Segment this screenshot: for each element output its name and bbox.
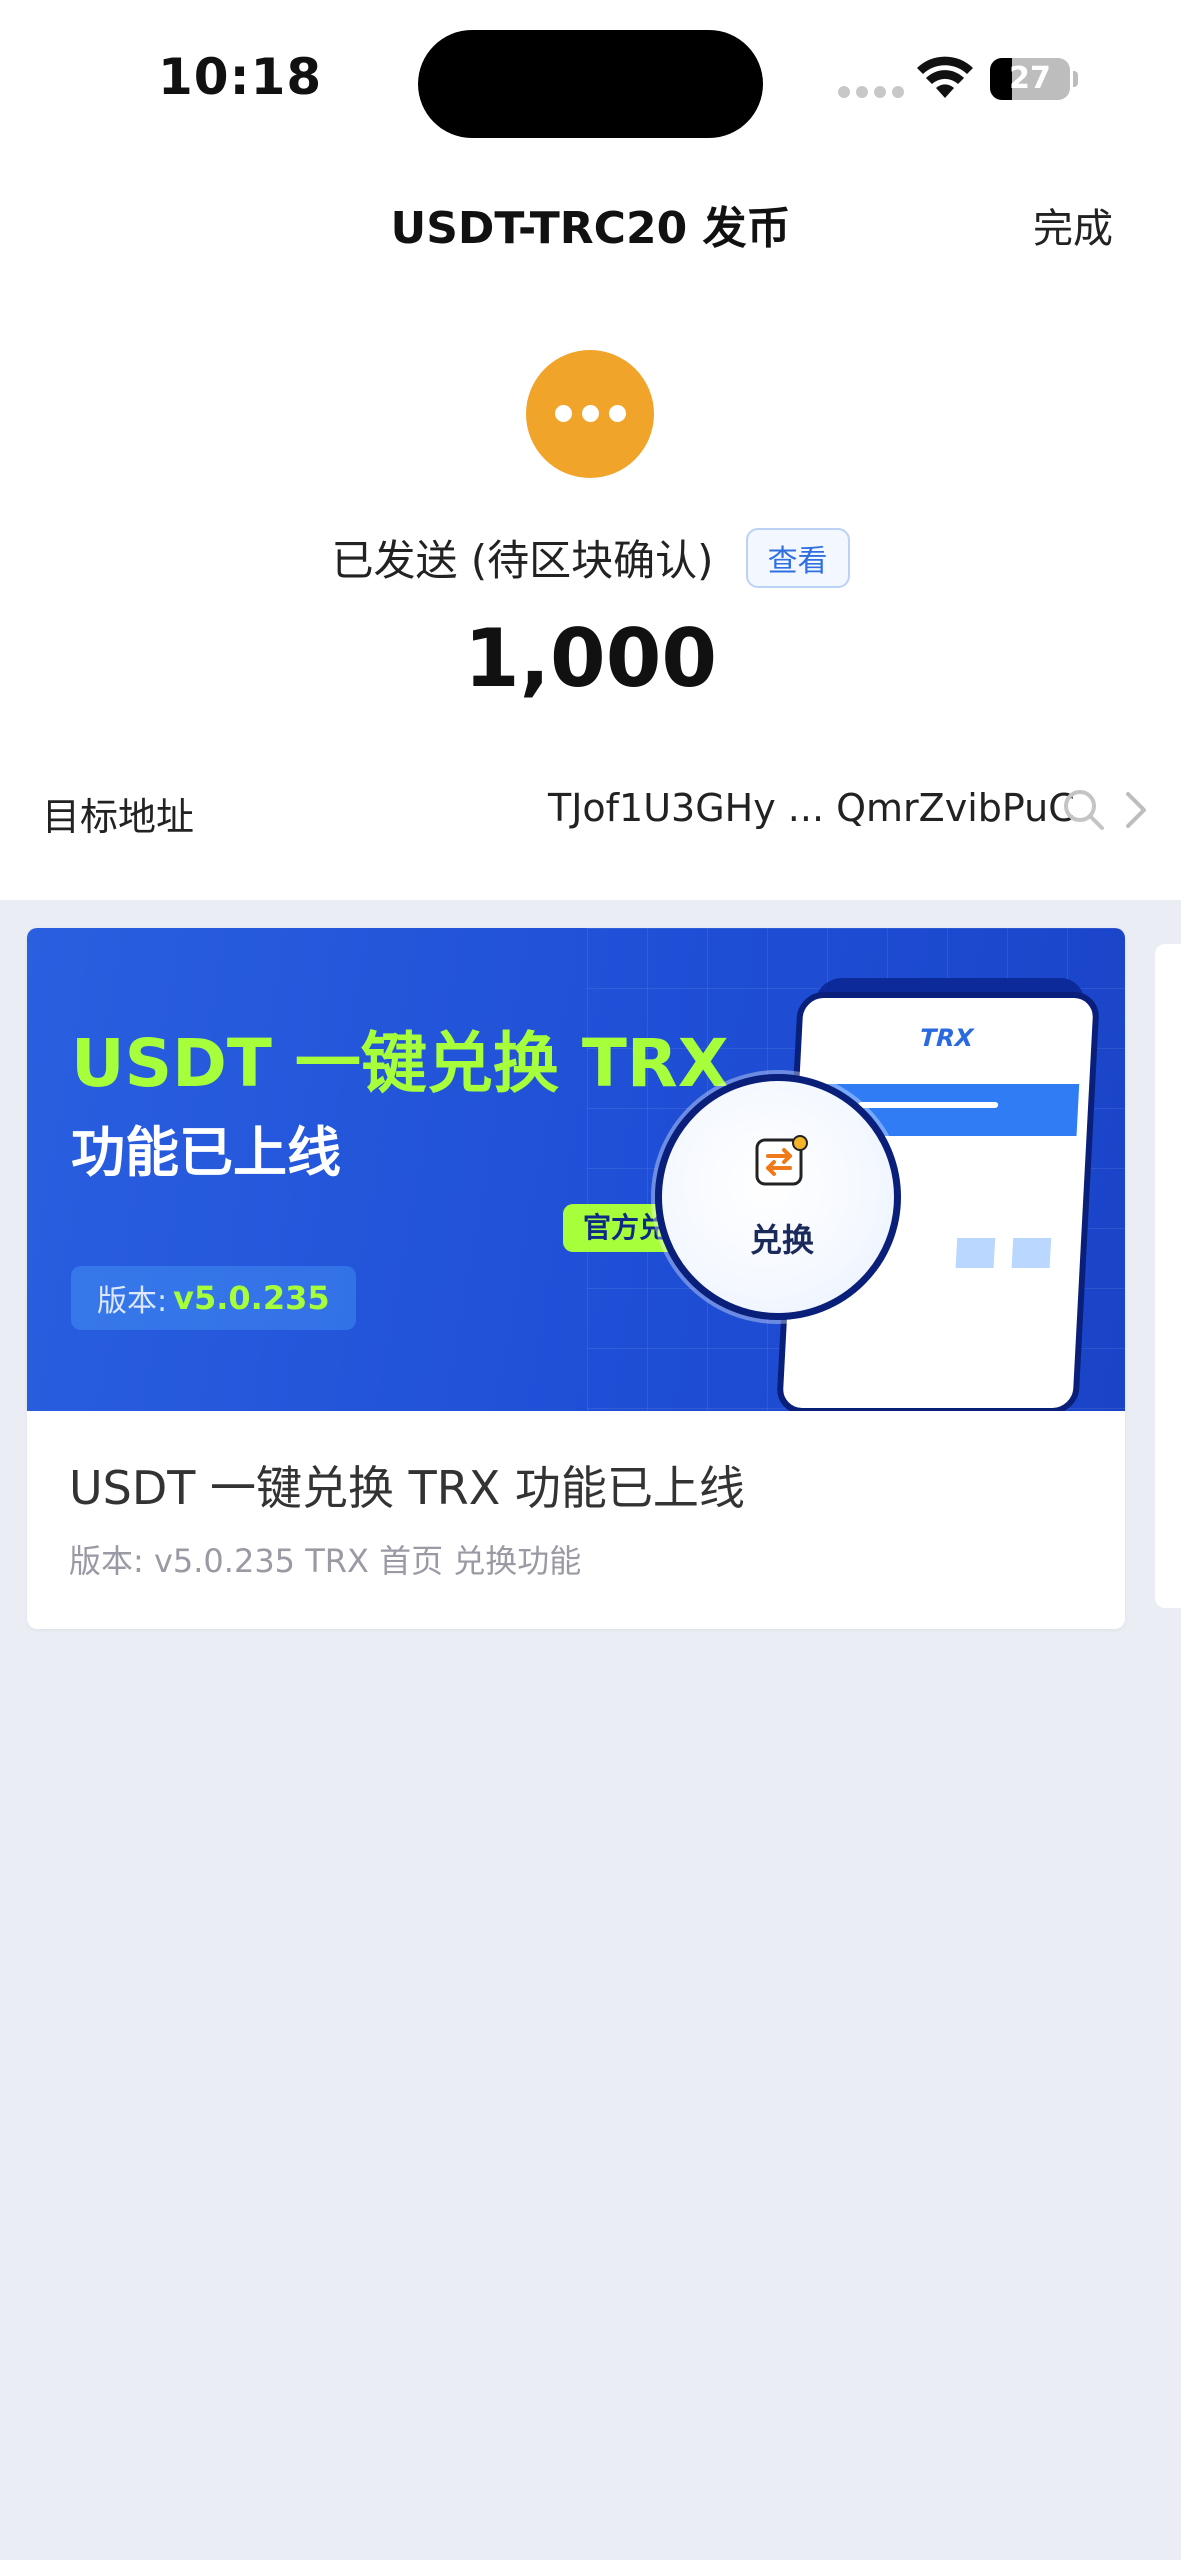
battery-icon: 27 — [990, 58, 1070, 100]
banner-headline: USDT 一键兑换 TRX — [71, 1025, 729, 1102]
more-dots-icon — [526, 350, 654, 478]
done-button[interactable]: 完成 — [1033, 196, 1113, 254]
phone-token-label: TRX — [919, 1024, 975, 1052]
battery-level: 27 — [1009, 61, 1051, 96]
announcement-card[interactable]: USDT 一键兑换 TRX 功能已上线 版本: v5.0.235 TRX 官方兑… — [27, 928, 1125, 1629]
version-badge: 版本: v5.0.235 — [71, 1266, 356, 1330]
phone-block — [955, 1238, 996, 1268]
view-button[interactable]: 查看 — [745, 527, 850, 588]
swap-icon — [755, 1135, 808, 1186]
magnifier-lens: 兑换 — [655, 1074, 901, 1320]
version-prefix: 版本: — [97, 1284, 168, 1319]
promo-banner[interactable]: USDT 一键兑换 TRX 功能已上线 版本: v5.0.235 TRX 官方兑… — [27, 928, 1125, 1411]
version-number: v5.0.235 — [173, 1279, 330, 1317]
transaction-amount: 1,000 — [463, 612, 718, 705]
target-address-label: 目标地址 — [42, 795, 195, 839]
signal-icon — [838, 86, 904, 98]
transaction-status: 已发送 (待区块确认) — [331, 536, 714, 585]
target-address-value[interactable]: TJof1U3GHy ... QmrZvibPuC — [548, 786, 1075, 830]
status-row: 已发送 (待区块确认) 查看 — [0, 527, 1181, 588]
phone-bar-line — [857, 1102, 999, 1108]
status-time: 10:18 — [158, 48, 323, 106]
lens-swap-label: 兑换 — [750, 1221, 815, 1259]
next-card-peek[interactable] — [1155, 944, 1181, 1608]
card-meta: 版本: v5.0.235 TRX 首页 兑换功能 — [69, 1542, 582, 1580]
wifi-icon — [917, 56, 973, 98]
transaction-panel: 10:18 27 USDT-TRC20 发币 完成 已发送 (待区块确认) 查看… — [0, 0, 1181, 900]
banner-subheadline: 功能已上线 — [71, 1121, 341, 1184]
card-title: USDT 一键兑换 TRX 功能已上线 — [69, 1461, 745, 1515]
battery-tip — [1073, 71, 1078, 87]
dynamic-island — [418, 30, 763, 138]
chevron-right-icon[interactable] — [1124, 790, 1148, 830]
phone-block — [1011, 1238, 1052, 1268]
search-icon[interactable] — [1062, 788, 1106, 832]
page-title: USDT-TRC20 发币 — [390, 203, 791, 254]
